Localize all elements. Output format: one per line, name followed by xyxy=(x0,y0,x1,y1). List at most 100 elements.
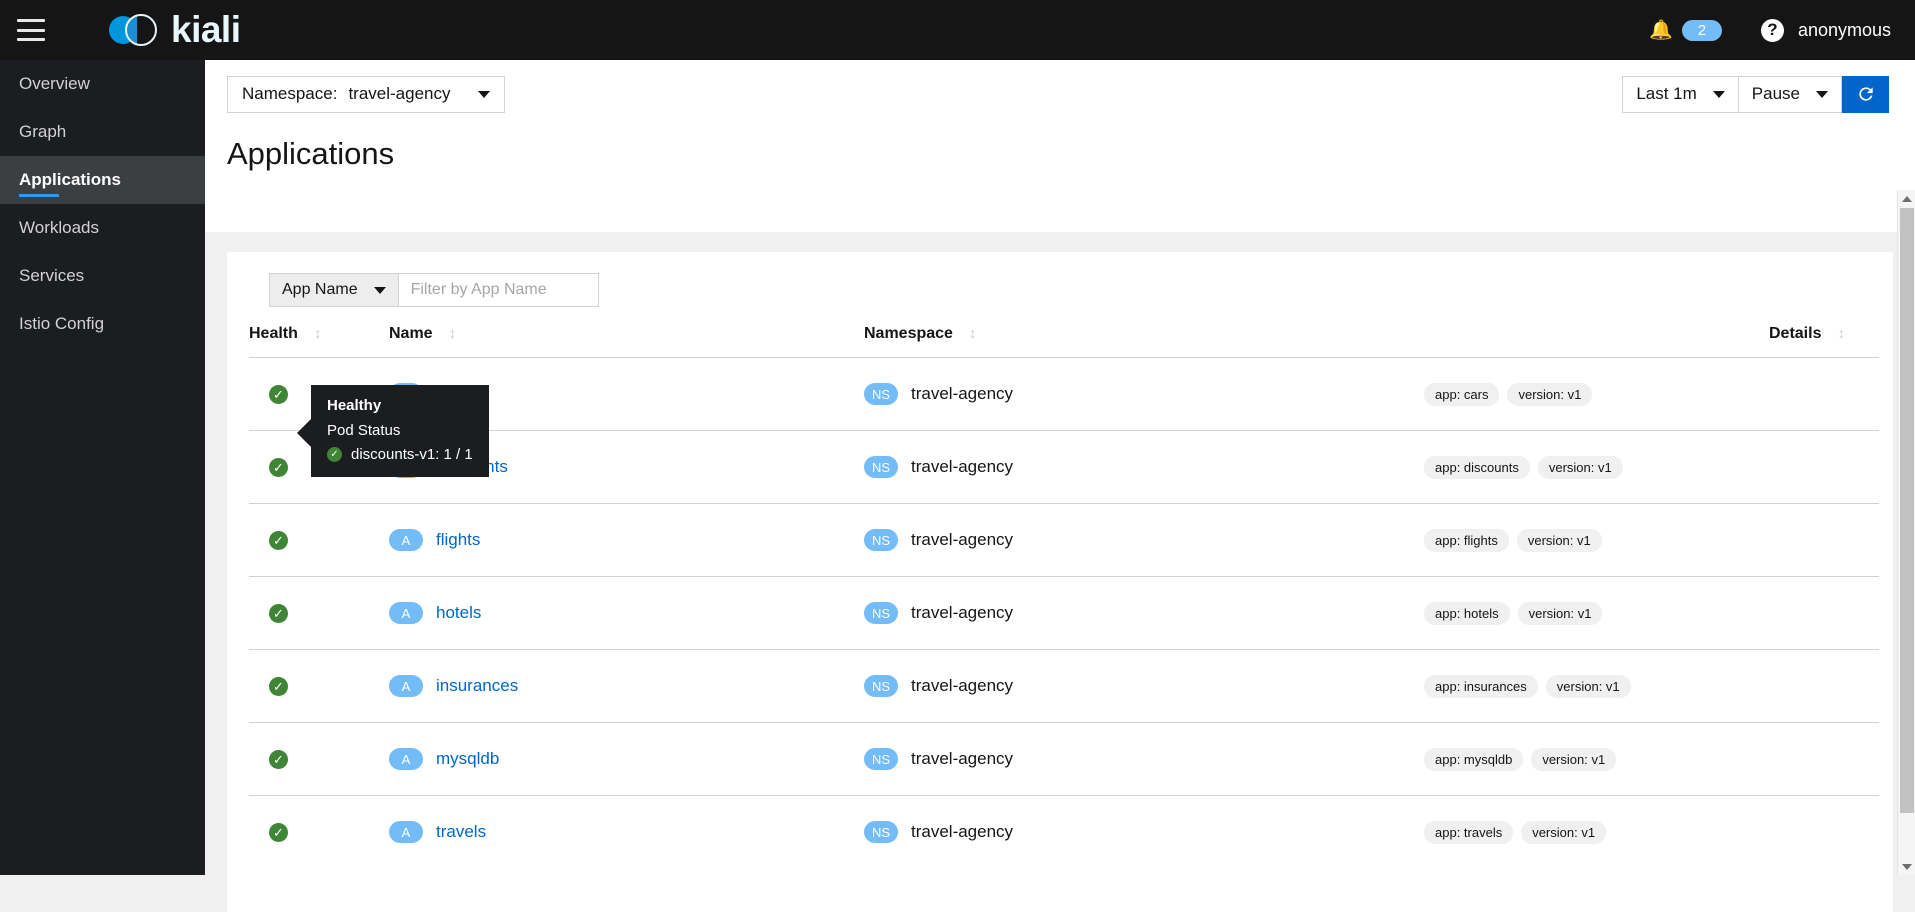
vertical-scrollbar[interactable] xyxy=(1897,190,1915,875)
column-header-health[interactable]: Health ↕ xyxy=(249,325,389,358)
app-link[interactable]: insurances xyxy=(436,676,518,696)
column-header-details[interactable]: Details ↕ xyxy=(1769,325,1879,358)
app-link[interactable]: flights xyxy=(436,530,480,550)
health-status-icon[interactable]: ✓ xyxy=(269,531,288,550)
sidebar-item-workloads[interactable]: Workloads xyxy=(0,204,205,252)
filter-category-select[interactable]: App Name xyxy=(269,273,399,307)
cell-labels: app: mysqldb version: v1 xyxy=(1424,722,1769,796)
column-label: Health xyxy=(249,325,298,342)
refresh-interval-value: Pause xyxy=(1751,84,1800,103)
cell-name: A travels xyxy=(389,795,864,869)
namespace-text: travel-agency xyxy=(911,457,1014,476)
app-link[interactable]: mysqldb xyxy=(436,749,499,769)
cell-namespace: NS travel-agency xyxy=(864,576,1424,650)
health-status-icon[interactable]: ✓ xyxy=(269,750,288,769)
sidebar-item-graph[interactable]: Graph xyxy=(0,108,205,156)
sidebar-item-istio-config[interactable]: Istio Config xyxy=(0,300,205,348)
label-pill[interactable]: version: v1 xyxy=(1545,674,1631,698)
tooltip-pod-status: discounts-v1: 1 / 1 xyxy=(351,446,473,463)
namespace-badge: NS xyxy=(864,675,898,697)
page-title: Applications xyxy=(227,136,395,171)
namespace-text: travel-agency xyxy=(911,530,1014,549)
label-pill[interactable]: app: insurances xyxy=(1424,674,1538,698)
namespace-badge: NS xyxy=(864,529,898,551)
table-body: ✓ A cars NS travel-agency xyxy=(249,357,1879,869)
label-pill[interactable]: app: mysqldb xyxy=(1424,747,1524,771)
toolbar-right-controls: Last 1m Pause xyxy=(1622,75,1889,113)
tooltip-arrow xyxy=(297,419,311,447)
table-row: ✓ A flights NS travel-agency app: flight… xyxy=(249,503,1879,577)
refresh-icon xyxy=(1858,87,1873,101)
app-link[interactable]: hotels xyxy=(436,603,481,623)
bell-icon: 🔔 xyxy=(1649,19,1673,41)
chevron-down-icon xyxy=(1816,90,1828,98)
sort-icon[interactable]: ↕ xyxy=(314,325,321,341)
health-status-icon[interactable]: ✓ xyxy=(269,823,288,843)
health-status-icon[interactable]: ✓ xyxy=(269,677,288,696)
table-head: Health ↕ Name ↕ Namespace ↕ Labels xyxy=(249,325,1879,358)
cell-health: ✓ xyxy=(249,649,389,723)
brand-name: kiali xyxy=(171,9,241,50)
duration-value: Last 1m xyxy=(1636,84,1697,103)
hamburger-icon[interactable] xyxy=(17,19,45,41)
duration-selector[interactable]: Last 1m xyxy=(1622,75,1739,113)
kiali-mark-icon xyxy=(109,10,167,50)
namespace-text: travel-agency xyxy=(911,749,1014,768)
kiali-logo[interactable]: kiali xyxy=(109,9,241,51)
namespace-selector[interactable]: Namespace: travel-agency xyxy=(227,75,505,113)
sort-icon[interactable]: ↕ xyxy=(449,325,456,341)
scroll-up-icon[interactable] xyxy=(1898,190,1915,207)
table-row: ✓ A cars NS travel-agency xyxy=(249,357,1879,431)
help-icon[interactable]: ? xyxy=(1760,18,1784,42)
label-pill[interactable]: app: cars xyxy=(1424,382,1500,406)
sort-icon[interactable]: ↕ xyxy=(1838,325,1845,341)
sort-icon[interactable]: ↕ xyxy=(969,325,976,341)
scrollbar-thumb[interactable] xyxy=(1900,208,1914,813)
sidebar-item-overview[interactable]: Overview xyxy=(0,60,205,108)
sidebar-item-applications[interactable]: Applications xyxy=(0,156,205,204)
label-pill[interactable]: app: travels xyxy=(1424,820,1514,844)
label-pill[interactable]: app: hotels xyxy=(1424,601,1510,625)
scroll-down-icon[interactable] xyxy=(1898,858,1915,875)
table-row: ✓ A mysqldb NS travel-agency app: mysqld… xyxy=(249,722,1879,796)
tooltip-title: Healthy xyxy=(327,397,382,414)
column-label: Namespace xyxy=(864,325,953,342)
label-pill[interactable]: app: flights xyxy=(1424,528,1509,552)
health-tooltip: Healthy Pod Status ✓ discounts-v1: 1 / 1 xyxy=(297,385,489,477)
namespace-text: travel-agency xyxy=(911,822,1014,842)
label-pill[interactable]: version: v1 xyxy=(1537,455,1623,479)
namespace-badge: NS xyxy=(864,383,898,405)
sidebar-item-label: Services xyxy=(19,266,85,285)
app-link[interactable]: travels xyxy=(436,822,486,842)
sidebar-item-label: Graph xyxy=(19,122,67,141)
filter-category-label: App Name xyxy=(282,281,358,298)
app-badge: A xyxy=(389,748,423,770)
cell-health: ✓ xyxy=(249,576,389,650)
health-status-icon[interactable]: ✓ xyxy=(269,458,288,477)
refresh-interval-selector[interactable]: Pause xyxy=(1738,75,1842,113)
masthead-actions: 🔔 2 ? anonymous xyxy=(1649,18,1891,42)
notifications-button[interactable]: 🔔 2 xyxy=(1649,19,1722,41)
label-pill[interactable]: version: v1 xyxy=(1521,820,1607,844)
health-status-icon[interactable]: ✓ xyxy=(269,604,288,623)
refresh-button[interactable] xyxy=(1842,75,1889,113)
app-badge: A xyxy=(389,675,423,697)
namespace-value: travel-agency xyxy=(348,84,451,103)
label-pill[interactable]: app: discounts xyxy=(1424,455,1530,479)
sidebar-item-services[interactable]: Services xyxy=(0,252,205,300)
filter-input[interactable] xyxy=(398,273,599,307)
label-pill[interactable]: version: v1 xyxy=(1507,382,1593,406)
user-menu[interactable]: anonymous xyxy=(1798,20,1891,41)
label-pill[interactable]: version: v1 xyxy=(1517,601,1603,625)
masthead: kiali 🔔 2 ? anonymous xyxy=(0,0,1915,60)
label-pill[interactable]: version: v1 xyxy=(1531,747,1617,771)
column-label: Details xyxy=(1769,325,1822,342)
cell-name: A insurances xyxy=(389,649,864,723)
column-header-namespace[interactable]: Namespace ↕ xyxy=(864,325,1424,358)
health-status-icon[interactable]: ✓ xyxy=(269,385,288,404)
label-pill[interactable]: version: v1 xyxy=(1516,528,1602,552)
column-header-name[interactable]: Name ↕ xyxy=(389,325,864,358)
sidebar-nav: Overview Graph Applications Workloads Se… xyxy=(0,60,205,875)
chevron-down-icon xyxy=(1712,90,1725,98)
sidebar-item-label: Overview xyxy=(19,74,90,93)
